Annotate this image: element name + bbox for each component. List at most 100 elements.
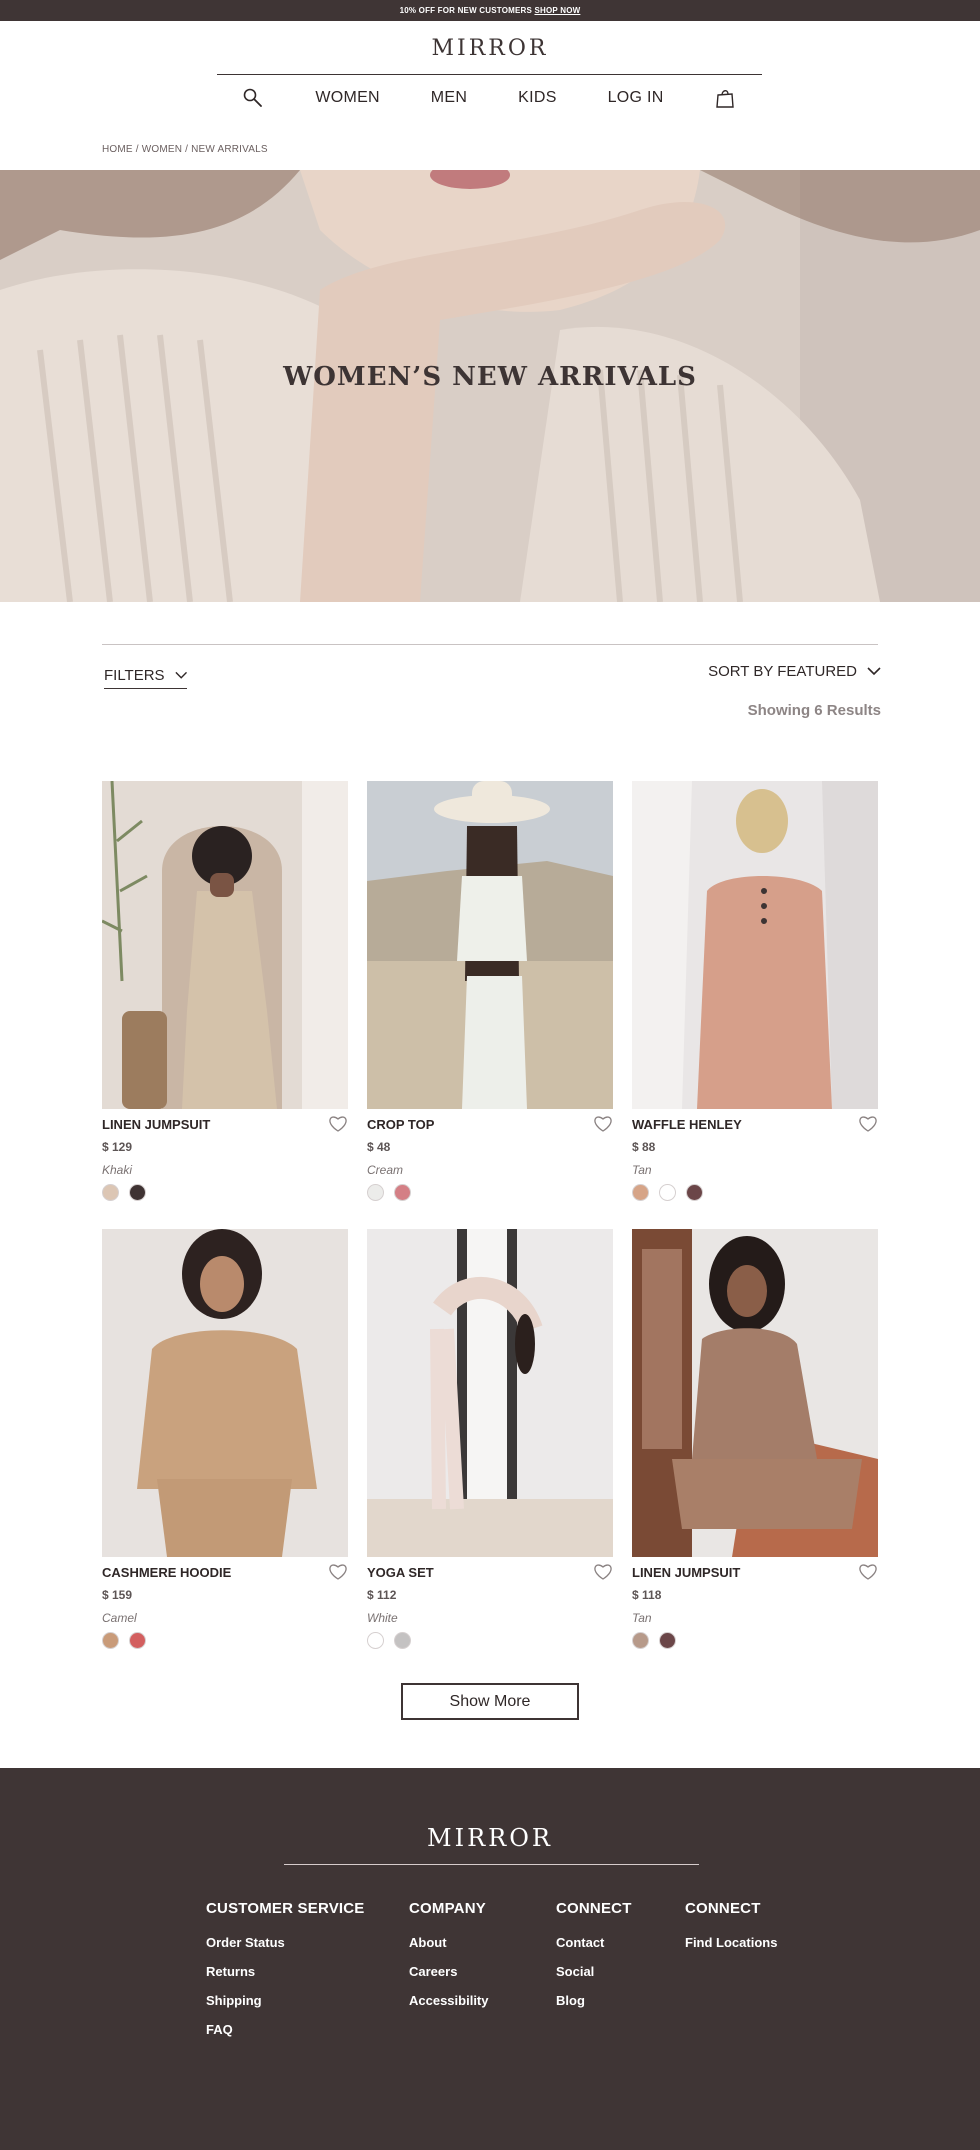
footer-link[interactable]: Accessibility	[409, 1993, 489, 2008]
footer-link[interactable]: About	[409, 1935, 489, 1950]
product-image[interactable]	[367, 781, 613, 1109]
color-swatch[interactable]	[659, 1184, 676, 1201]
product-name[interactable]: LINEN JUMPSUIT	[632, 1565, 740, 1580]
product-card[interactable]: LINEN JUMPSUIT $ 129 Khaki	[102, 781, 348, 1201]
color-swatch[interactable]	[129, 1184, 146, 1201]
breadcrumb[interactable]: HOME / WOMEN / NEW ARRIVALS	[102, 144, 268, 155]
results-count: Showing 6 Results	[747, 702, 881, 719]
filters-label: FILTERS	[104, 667, 165, 684]
footer-column-customer-service: CUSTOMER SERVICE Order Status Returns Sh…	[206, 1900, 365, 2051]
color-swatch[interactable]	[632, 1184, 649, 1201]
product-color: Tan	[632, 1611, 652, 1625]
color-swatches	[632, 1632, 878, 1649]
footer-link[interactable]: Shipping	[206, 1993, 365, 2008]
heart-icon[interactable]	[328, 1563, 348, 1581]
nav-kids[interactable]: KIDS	[518, 89, 557, 107]
product-price: $ 118	[632, 1588, 662, 1602]
product-name[interactable]: YOGA SET	[367, 1565, 434, 1580]
sort-label: SORT BY FEATURED	[708, 663, 857, 680]
color-swatch[interactable]	[394, 1184, 411, 1201]
show-more-button[interactable]: Show More	[401, 1683, 579, 1720]
toolbar-divider	[102, 644, 878, 645]
product-image[interactable]	[102, 781, 348, 1109]
product-card[interactable]: WAFFLE HENLEY $ 88 Tan	[632, 781, 878, 1201]
nav-women[interactable]: WOMEN	[315, 89, 380, 107]
color-swatches	[632, 1184, 878, 1201]
color-swatch[interactable]	[102, 1184, 119, 1201]
hero-banner: WOMEN’S NEW ARRIVALS	[0, 170, 980, 602]
announcement-bar: 10% OFF FOR NEW CUSTOMERS SHOP NOW	[0, 0, 980, 21]
footer-link[interactable]: Find Locations	[685, 1935, 777, 1950]
hero-title: WOMEN’S NEW ARRIVALS	[283, 362, 697, 392]
product-price: $ 129	[102, 1140, 133, 1154]
color-swatch[interactable]	[394, 1632, 411, 1649]
heart-icon[interactable]	[858, 1563, 878, 1581]
product-card[interactable]: YOGA SET $ 112 White	[367, 1229, 613, 1649]
nav-men[interactable]: MEN	[431, 89, 467, 107]
product-color: Camel	[102, 1611, 137, 1625]
footer-column-title: CONNECT	[685, 1900, 761, 1917]
main-nav: WOMEN MEN KIDS LOG IN	[217, 84, 762, 112]
color-swatches	[102, 1184, 348, 1201]
footer-column-title: CONNECT	[556, 1900, 632, 1917]
footer-link[interactable]: FAQ	[206, 2022, 365, 2037]
heart-icon[interactable]	[593, 1115, 613, 1133]
heart-icon[interactable]	[858, 1115, 878, 1133]
product-image[interactable]	[632, 1229, 878, 1557]
product-price: $ 88	[632, 1140, 656, 1154]
product-color: Tan	[632, 1163, 652, 1177]
color-swatch[interactable]	[102, 1632, 119, 1649]
footer-link[interactable]: Order Status	[206, 1935, 365, 1950]
brand-logo[interactable]: MIRROR	[0, 36, 980, 61]
product-color: Khaki	[102, 1163, 133, 1177]
footer-link[interactable]: Blog	[556, 1993, 632, 2008]
footer-link[interactable]: Returns	[206, 1964, 365, 1979]
color-swatch[interactable]	[367, 1184, 384, 1201]
site-footer: MIRROR CUSTOMER SERVICE Order Status Ret…	[0, 1768, 980, 2150]
footer-link[interactable]: Careers	[409, 1964, 489, 1979]
color-swatch[interactable]	[632, 1632, 649, 1649]
footer-logo[interactable]: MIRROR	[0, 1824, 980, 1852]
filters-dropdown[interactable]: FILTERS	[104, 663, 187, 689]
product-price: $ 48	[367, 1140, 391, 1154]
heart-icon[interactable]	[328, 1115, 348, 1133]
product-color: White	[367, 1611, 398, 1625]
color-swatch[interactable]	[129, 1632, 146, 1649]
product-card[interactable]: LINEN JUMPSUIT $ 118 Tan	[632, 1229, 878, 1649]
product-image[interactable]	[367, 1229, 613, 1557]
product-image[interactable]	[102, 1229, 348, 1557]
nav-divider	[217, 74, 762, 75]
footer-column-title: COMPANY	[409, 1900, 486, 1917]
shop-now-link[interactable]: SHOP NOW	[534, 6, 580, 15]
footer-column-company: COMPANY About Careers Accessibility	[409, 1900, 489, 2022]
product-price: $ 112	[367, 1588, 397, 1602]
product-name[interactable]: CASHMERE HOODIE	[102, 1565, 231, 1580]
product-card[interactable]: CASHMERE HOODIE $ 159 Camel	[102, 1229, 348, 1649]
sort-dropdown[interactable]: SORT BY FEATURED	[708, 663, 881, 680]
product-card[interactable]: CROP TOP $ 48 Cream	[367, 781, 613, 1201]
nav-login[interactable]: LOG IN	[608, 89, 664, 107]
product-color: Cream	[367, 1163, 404, 1177]
footer-column-locations: CONNECT Find Locations	[685, 1900, 777, 1964]
shopping-bag-icon[interactable]	[714, 87, 736, 109]
product-name[interactable]: WAFFLE HENLEY	[632, 1117, 742, 1132]
chevron-down-icon	[174, 671, 187, 679]
footer-link[interactable]: Contact	[556, 1935, 632, 1950]
footer-divider	[284, 1864, 699, 1865]
color-swatches	[102, 1632, 348, 1649]
color-swatch[interactable]	[367, 1632, 384, 1649]
footer-link[interactable]: Social	[556, 1964, 632, 1979]
heart-icon[interactable]	[593, 1563, 613, 1581]
product-image[interactable]	[632, 781, 878, 1109]
color-swatches	[367, 1184, 613, 1201]
chevron-down-icon	[867, 667, 881, 676]
color-swatch[interactable]	[686, 1184, 703, 1201]
color-swatch[interactable]	[659, 1632, 676, 1649]
color-swatches	[367, 1632, 613, 1649]
footer-column-title: CUSTOMER SERVICE	[206, 1900, 365, 1917]
announcement-text: 10% OFF FOR NEW CUSTOMERS	[399, 6, 533, 15]
product-name[interactable]: CROP TOP	[367, 1117, 434, 1132]
product-name[interactable]: LINEN JUMPSUIT	[102, 1117, 210, 1132]
product-price: $ 159	[102, 1588, 133, 1602]
search-icon[interactable]	[242, 87, 264, 109]
